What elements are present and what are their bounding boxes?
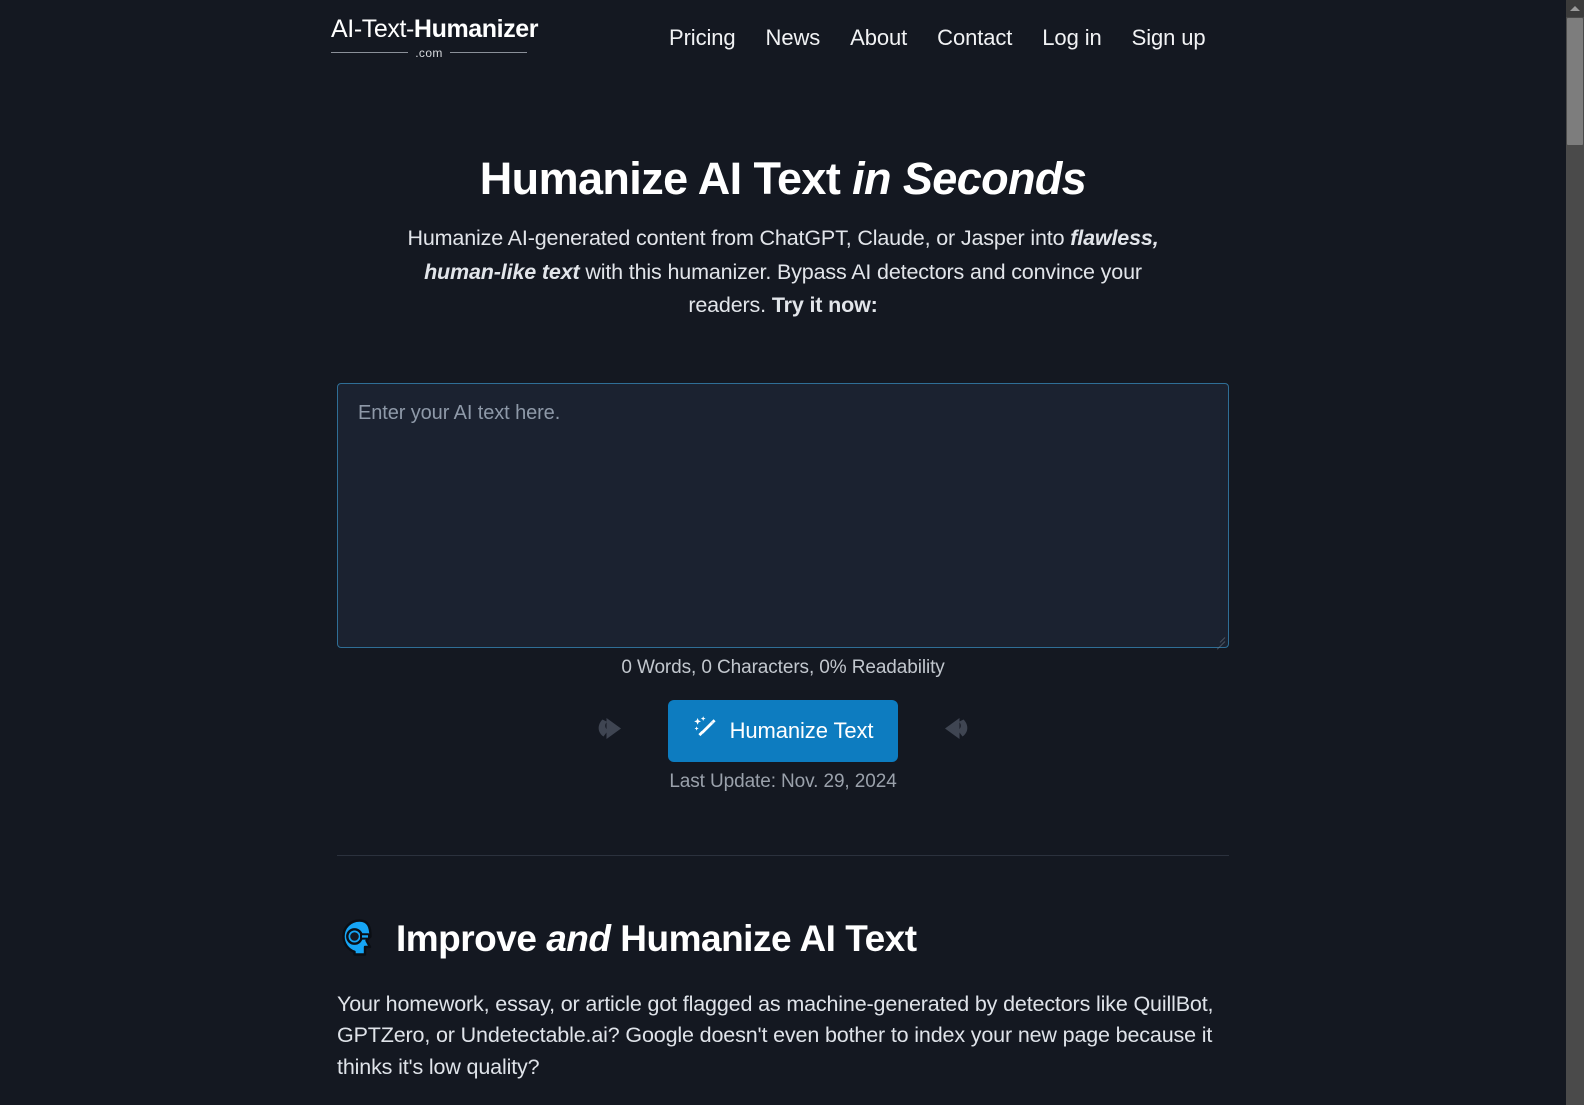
page-viewport: AI-Text-Humanizer .com Pricing News Abou… (0, 0, 1566, 1105)
ai-text-input-box[interactable]: Enter your AI text here. (337, 382, 1229, 650)
improve-heading-part2: Humanize AI Text (610, 918, 917, 960)
hero-subtitle-emphasis2: Try it now: (771, 293, 878, 318)
improve-heading-italic: and (546, 918, 611, 960)
logo-wordmark: AI-Text-Humanizer (331, 15, 539, 44)
editor-section: Enter your AI text here. 0 Words, 0 Char… (337, 382, 1229, 793)
page-title-plain: Humanize AI Text (479, 153, 853, 204)
redo-arrow-icon (591, 708, 637, 754)
redo-button[interactable] (588, 705, 640, 757)
nav-item-contact[interactable]: Contact (937, 25, 1012, 51)
site-header: AI-Text-Humanizer .com Pricing News Abou… (0, 0, 1566, 76)
improve-heading-row: Improve and Humanize AI Text (337, 916, 1229, 963)
hero-subtitle-part1: Humanize AI-generated content from ChatG… (407, 226, 1071, 251)
nav-item-log-in[interactable]: Log in (1042, 25, 1101, 51)
text-stats-label: 0 Words, 0 Characters, 0% Readability (621, 656, 945, 678)
nav-item-sign-up[interactable]: Sign up (1132, 25, 1206, 51)
humanize-text-button[interactable]: Humanize Text (667, 699, 899, 762)
improve-section: Improve and Humanize AI Text Your homewo… (337, 916, 1229, 1084)
undo-button[interactable] (926, 705, 978, 757)
logo-rule-left (331, 52, 409, 54)
improve-body-text: Your homework, essay, or article got fla… (337, 991, 1214, 1079)
page-scrollbar[interactable] (1566, 0, 1584, 1105)
hero-section: Humanize AI Text in Seconds Humanize AI-… (0, 153, 1566, 323)
improve-heading-part1: Improve (396, 918, 547, 960)
last-update-label: Last Update: Nov. 29, 2024 (669, 770, 897, 792)
ai-text-placeholder: Enter your AI text here. (358, 401, 561, 424)
scroll-up-arrow-icon[interactable] (1566, 0, 1584, 17)
magic-wand-icon (693, 715, 719, 747)
logo-wordmark-bold: Humanizer (413, 15, 539, 44)
page-title-italic: in Seconds (852, 153, 1087, 204)
main-navigation: Pricing News About Contact Log in Sign u… (669, 25, 1206, 51)
improve-heading: Improve and Humanize AI Text (396, 918, 917, 960)
humanize-text-label: Humanize Text (729, 717, 874, 743)
scrollbar-thumb[interactable] (1567, 18, 1583, 145)
nav-item-news[interactable]: News (766, 25, 821, 51)
page-title: Humanize AI Text in Seconds (0, 153, 1566, 204)
nav-item-pricing[interactable]: Pricing (669, 25, 736, 51)
undo-arrow-icon (929, 708, 975, 754)
nav-item-about[interactable]: About (850, 25, 907, 51)
logo-domain-row: .com (331, 45, 528, 60)
ai-head-profile-icon (337, 916, 379, 963)
logo-domain-text: .com (415, 45, 443, 60)
section-divider (337, 854, 1229, 856)
hero-subtitle: Humanize AI-generated content from ChatG… (383, 222, 1183, 323)
logo-rule-right (449, 52, 528, 54)
editor-action-row: Humanize Text (337, 699, 1229, 762)
textarea-resize-handle[interactable] (1213, 632, 1226, 650)
site-logo[interactable]: AI-Text-Humanizer .com (331, 15, 539, 60)
logo-wordmark-regular: AI-Text- (331, 15, 414, 44)
